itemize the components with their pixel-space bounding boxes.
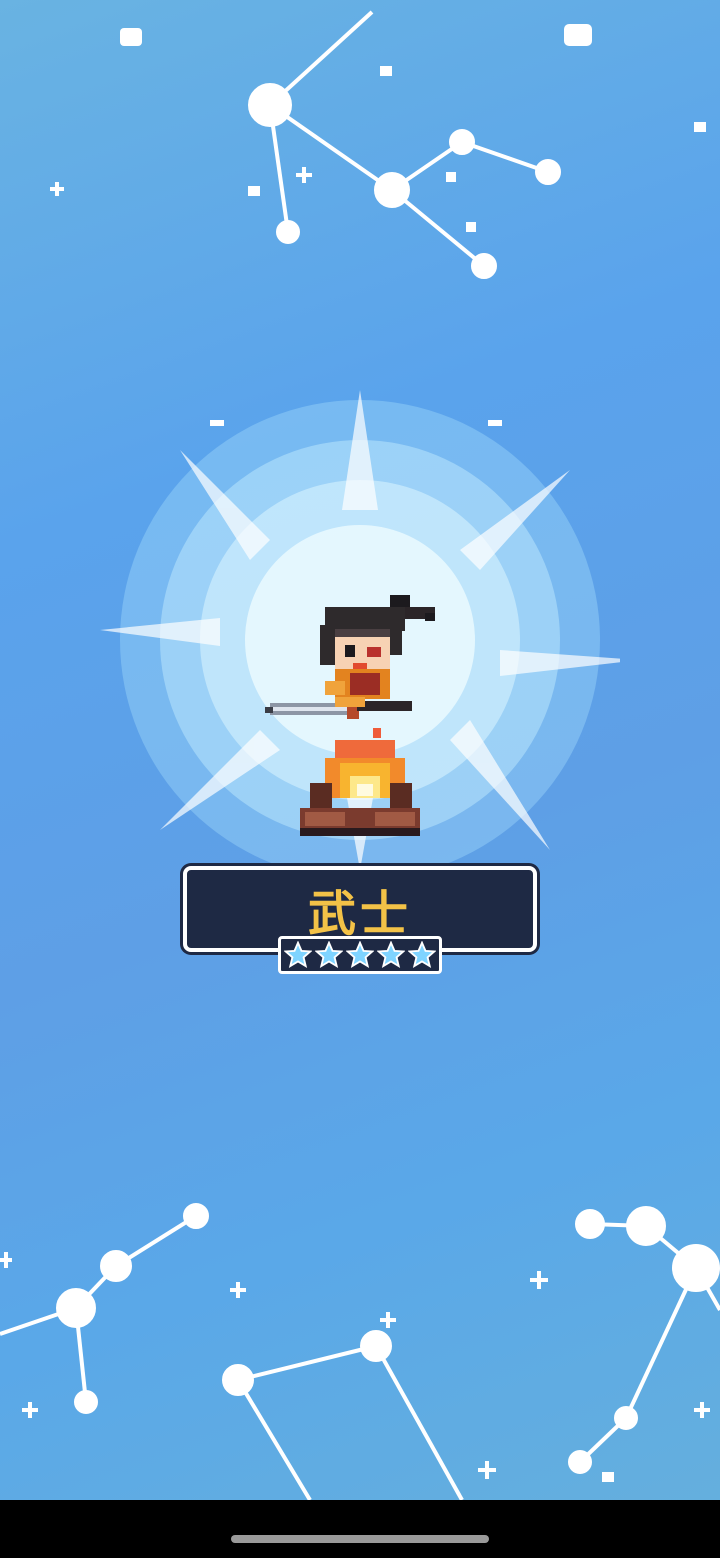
home-indicator[interactable] <box>231 1535 489 1543</box>
star-icon <box>346 941 374 969</box>
constellation-bottom-left <box>0 1203 209 1414</box>
campfire-icon <box>300 728 420 836</box>
constellation-bottom-center <box>222 1330 464 1500</box>
star-icon <box>408 941 436 969</box>
constellation-top <box>248 10 561 279</box>
hero-class-name: 武士 <box>307 886 412 942</box>
warrior-character <box>265 595 435 719</box>
star-icon <box>315 941 343 969</box>
star-icon <box>377 941 405 969</box>
system-navigation-bar <box>0 1500 720 1558</box>
constellation-bottom-right <box>568 1206 720 1474</box>
summon-result-screen[interactable]: 武士 <box>0 0 720 1558</box>
star-rating <box>278 936 442 974</box>
star-icon <box>284 941 312 969</box>
